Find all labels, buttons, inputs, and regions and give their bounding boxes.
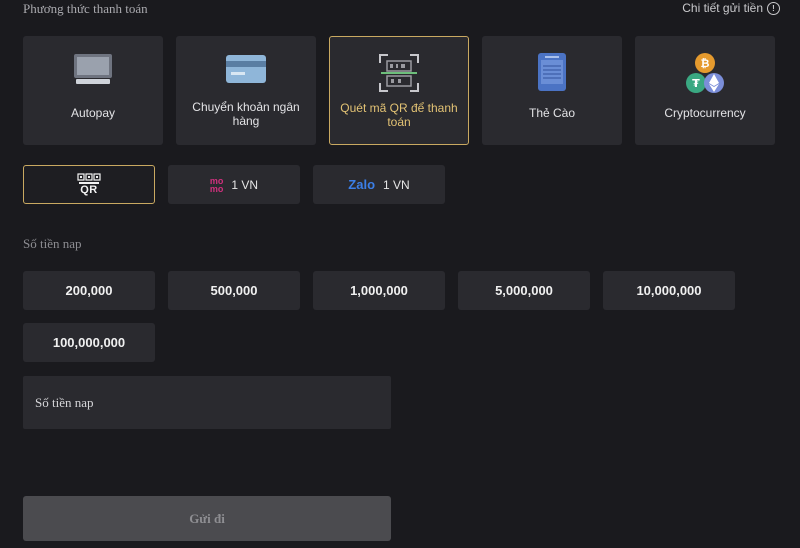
method-label: Autopay [70,106,116,120]
method-label: Chuyển khoản ngân hàng [192,100,300,128]
method-qr-scan[interactable]: Quét mã QR để thanh toán [329,36,469,145]
submit-button[interactable]: Gửi đi [23,496,391,541]
amount-preset-button[interactable]: 500,000 [168,271,300,310]
amount-label: Số tiền nap [23,236,82,251]
section-title: Phương thức thanh toán [23,1,148,16]
method-label: Quét mã QR để thanh toán [340,101,458,129]
amount-preset-button[interactable]: 5,000,000 [458,271,590,310]
qr-scan-icon [378,53,420,98]
method-bank-transfer[interactable]: Chuyển khoản ngân hàng [176,36,316,145]
method-cryptocurrency[interactable]: ₿ ₮ Cryptocurrency [635,36,775,145]
monitor-icon [72,52,114,91]
method-scratch-card[interactable]: Thẻ Cào [482,36,622,145]
sub-option-momo[interactable]: mo mo 1 VN [168,165,300,204]
amount-input[interactable] [23,376,391,429]
phone-card-icon [537,52,567,97]
momo-amount: 1 VN [231,177,259,192]
svg-text:₿: ₿ [701,57,710,70]
qr-label: QR [80,184,98,196]
method-autopay[interactable]: Autopay [23,36,163,145]
qr-code-icon: QR [77,173,101,196]
sub-option-zalo[interactable]: Zalo 1 VN [313,165,445,204]
crypto-coins-icon: ₿ ₮ [682,52,728,101]
amount-preset-button[interactable]: 1,000,000 [313,271,445,310]
zalo-icon: Zalo [348,177,376,192]
info-icon: ! [767,1,780,15]
method-label: Cryptocurrency [664,106,746,120]
amount-preset-button[interactable]: 200,000 [23,271,155,310]
deposit-details-label: Chi tiết gửi tiền [682,1,763,15]
payment-sub-options: QR mo mo 1 VN Zalo 1 VN [23,165,445,204]
svg-text:₮: ₮ [692,77,700,90]
zalo-amount: 1 VN [383,177,410,192]
bank-card-icon [225,52,267,91]
amount-preset-button[interactable]: 10,000,000 [603,271,735,310]
amount-presets: 200,000 500,000 1,000,000 5,000,000 10,0… [23,271,763,362]
deposit-details-link[interactable]: Chi tiết gửi tiền ! [682,1,780,15]
momo-icon: mo mo [209,175,224,194]
amount-preset-button[interactable]: 100,000,000 [23,323,155,362]
sub-option-qr[interactable]: QR [23,165,155,204]
method-label: Thẻ Cào [528,106,576,120]
payment-methods: Autopay Chuyển khoản ngân hàng Quét mã Q… [23,36,775,145]
